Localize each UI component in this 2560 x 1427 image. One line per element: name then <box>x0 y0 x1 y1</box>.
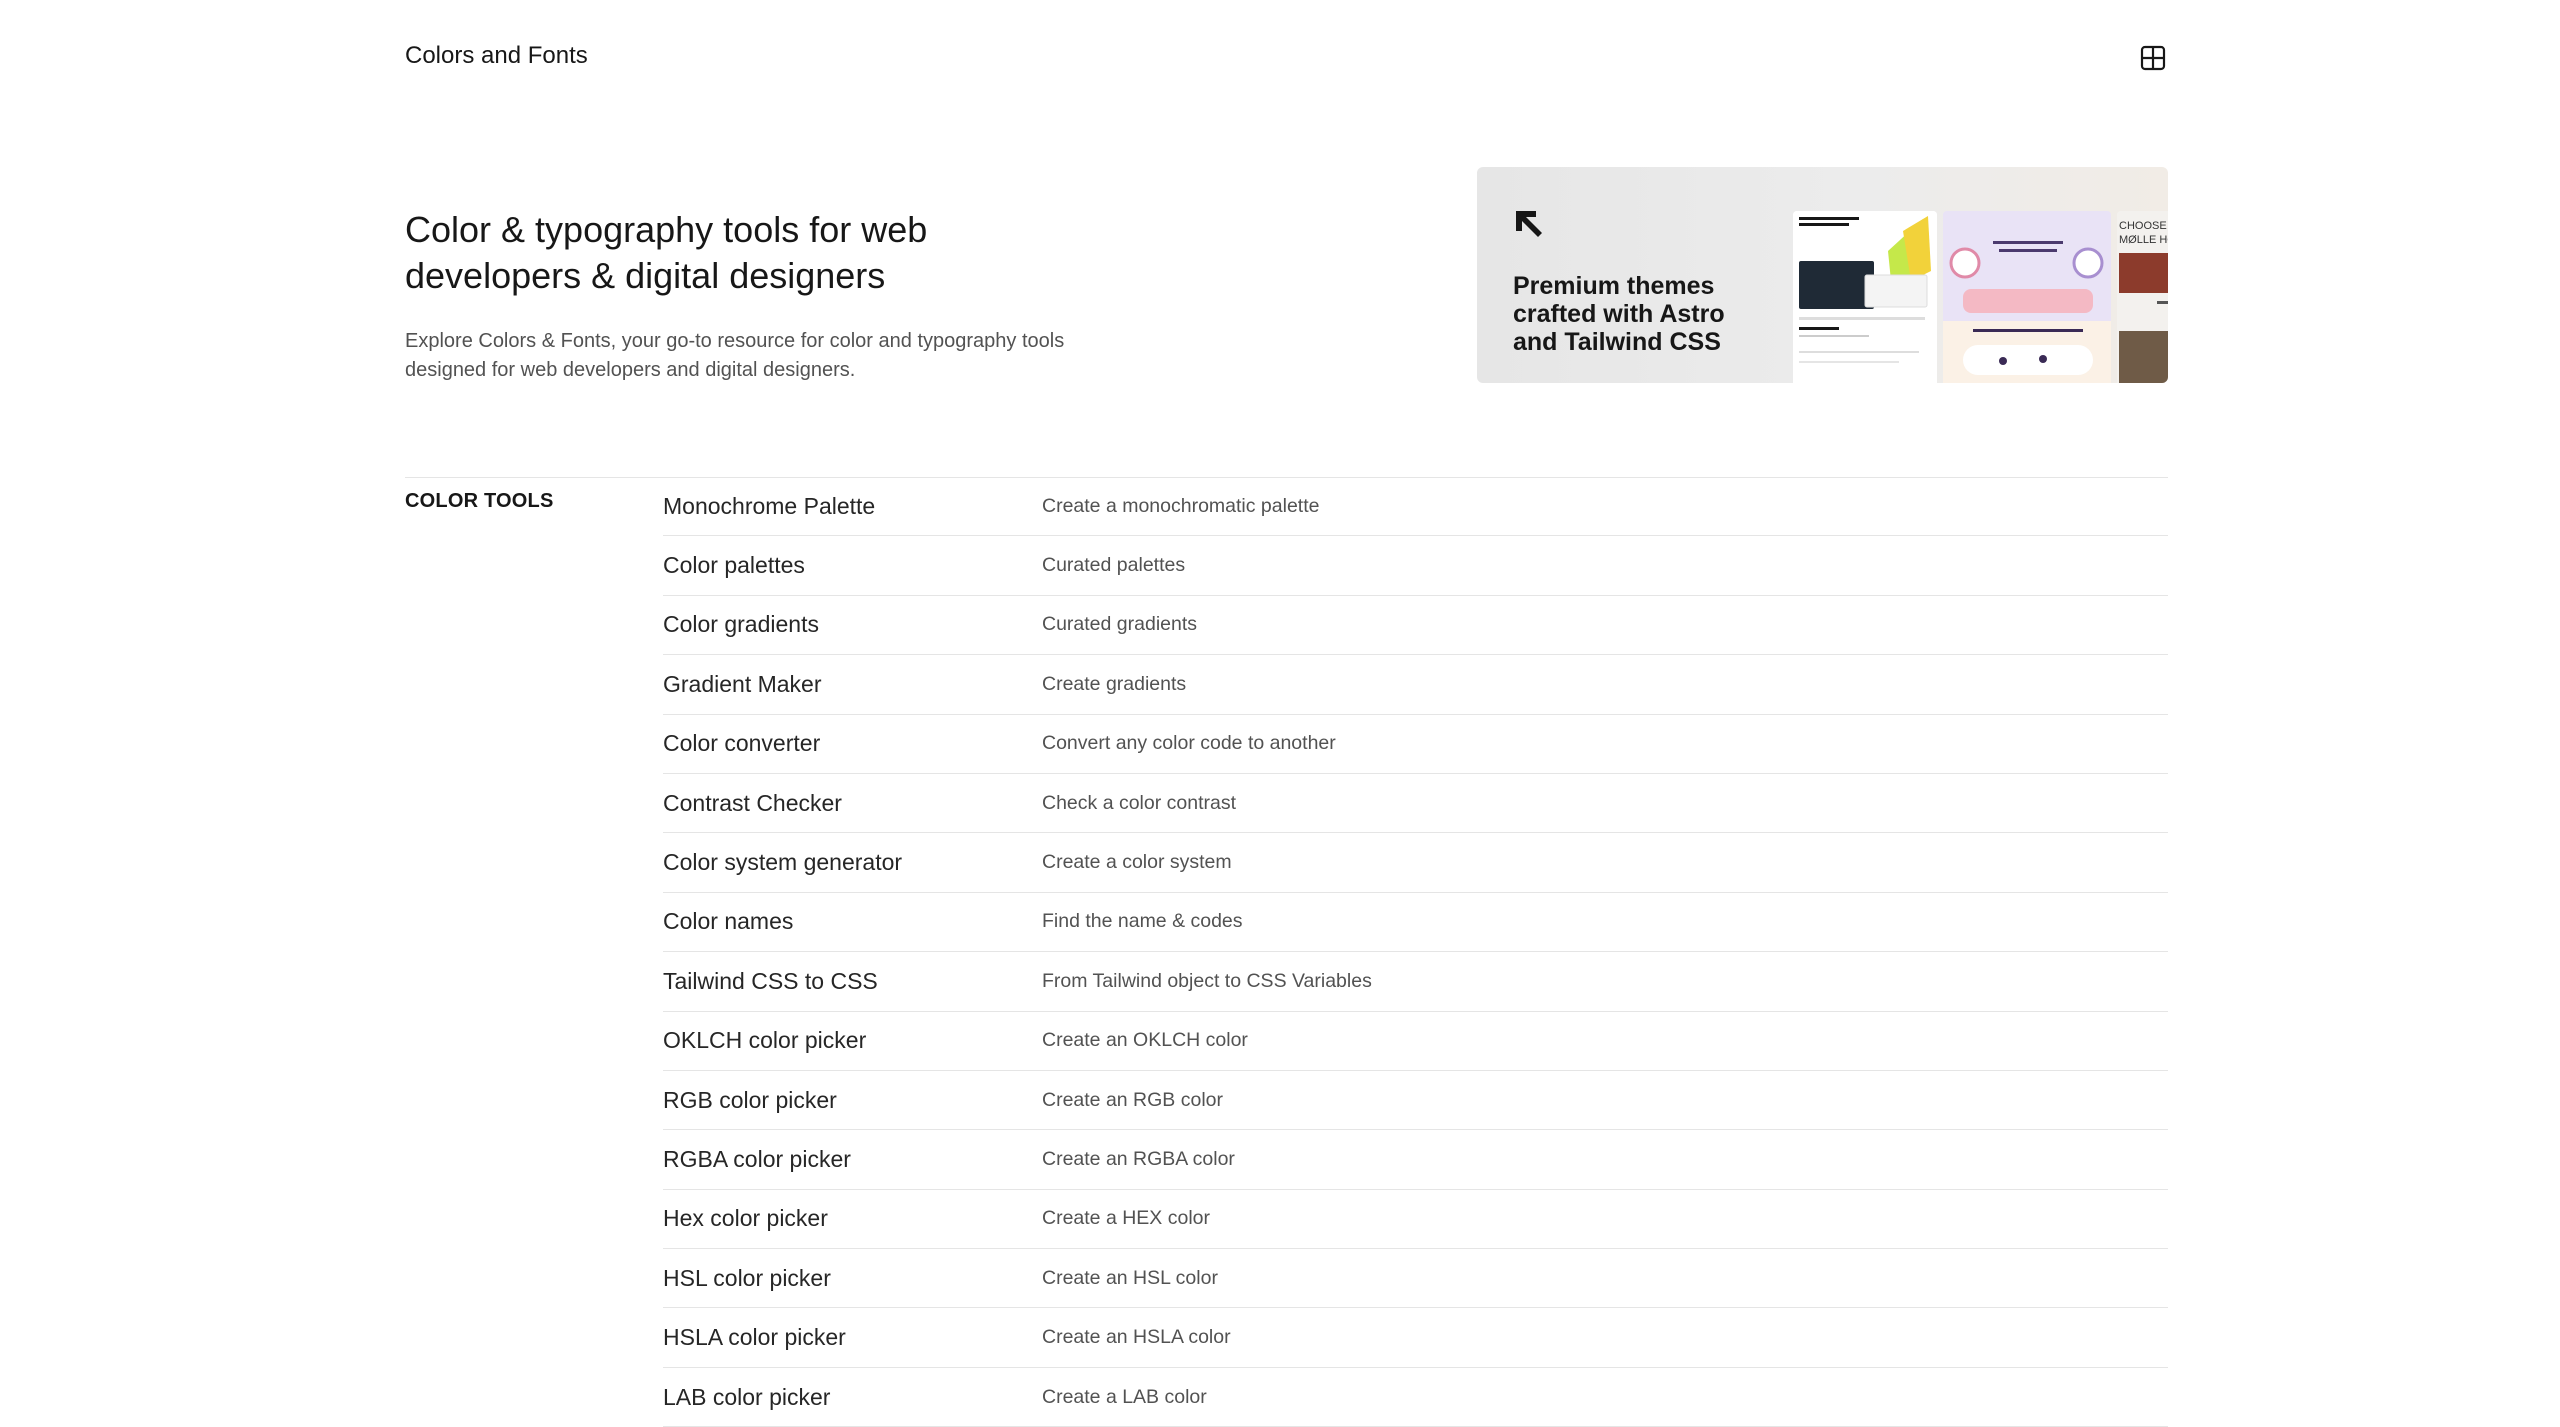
tool-name[interactable]: HSL color picker <box>663 1265 1042 1292</box>
tool-row[interactable]: HSLA color picker Create an HSLA color <box>663 1308 2168 1368</box>
tool-row[interactable]: Color system generator Create a color sys… <box>663 833 2168 893</box>
theme-screenshot-3: CHOOSE MØLLE HO <box>2117 211 2168 383</box>
tool-description: From Tailwind object to CSS Variables <box>1042 969 1372 992</box>
tool-description: Curated palettes <box>1042 554 1186 577</box>
tool-name[interactable]: Color system generator <box>663 849 1042 876</box>
arrow-up-left-logo-icon <box>1516 211 1542 237</box>
tool-name[interactable]: Contrast Checker <box>663 790 1042 817</box>
tool-description: Create an RGB color <box>1042 1088 1223 1111</box>
tool-name[interactable]: Color names <box>663 908 1042 935</box>
tool-row[interactable]: Contrast Checker Check a color contrast <box>663 774 2168 834</box>
premium-themes-ad[interactable]: Premium themes crafted with Astro and Ta… <box>1477 167 2168 383</box>
tool-description: Find the name & codes <box>1042 910 1243 933</box>
tool-description: Create an RGBA color <box>1042 1147 1235 1170</box>
tool-row[interactable]: Gradient Maker Create gradients <box>663 655 2168 715</box>
tool-row[interactable]: Color names Find the name & codes <box>663 893 2168 953</box>
tool-name[interactable]: Color gradients <box>663 611 1042 638</box>
tool-description: Create a LAB color <box>1042 1385 1207 1408</box>
tool-name[interactable]: Color converter <box>663 730 1042 757</box>
tool-description: Create a monochromatic palette <box>1042 494 1320 517</box>
tool-row[interactable]: Color palettes Curated palettes <box>663 536 2168 596</box>
tool-name[interactable]: RGB color picker <box>663 1087 1042 1114</box>
tool-name[interactable]: OKLCH color picker <box>663 1027 1042 1054</box>
menu-button[interactable] <box>2138 43 2168 73</box>
tool-description: Create an HSL color <box>1042 1266 1218 1289</box>
color-tools-list: Monochrome Palette Create a monochromatic… <box>663 477 2168 1427</box>
tool-description: Curated gradients <box>1042 613 1198 636</box>
tool-row[interactable]: Monochrome Palette Create a monochromatic… <box>663 477 2168 537</box>
tool-row[interactable]: RGBA color picker Create an RGBA color <box>663 1130 2168 1190</box>
site-title[interactable]: Colors and Fonts <box>405 40 588 72</box>
svg-text:CHOOSE: CHOOSE <box>2119 220 2167 232</box>
grid-icon <box>2140 45 2166 71</box>
tool-name[interactable]: Tailwind CSS to CSS <box>663 968 1042 995</box>
tool-row[interactable]: OKLCH color picker Create an OKLCH color <box>663 1012 2168 1071</box>
tool-row[interactable]: RGB color picker Create an RGB color <box>663 1071 2168 1131</box>
tool-row[interactable]: Hex color picker Create a HEX color <box>663 1190 2168 1250</box>
theme-screenshot-1 <box>1793 211 1937 383</box>
tool-description: Convert any color code to another <box>1042 732 1336 755</box>
tool-name[interactable]: Gradient Maker <box>663 671 1042 698</box>
tool-row[interactable]: Color gradients Curated gradients <box>663 596 2168 656</box>
ad-text: Premium themes crafted with Astro and Ta… <box>1513 272 1725 356</box>
hero-description: Explore Colors & Fonts, your go-to resou… <box>405 330 1065 381</box>
tool-name[interactable]: Monochrome Palette <box>663 493 1042 520</box>
tool-description: Check a color contrast <box>1042 791 1237 814</box>
color-tools-label: COLOR TOOLS <box>405 490 554 512</box>
hero-title: Color & typography tools for web develop… <box>405 209 928 296</box>
tool-name[interactable]: RGBA color picker <box>663 1146 1042 1173</box>
tool-name[interactable]: Hex color picker <box>663 1205 1042 1232</box>
tool-name[interactable]: LAB color picker <box>663 1384 1042 1411</box>
svg-text:MØLLE HO: MØLLE HO <box>2119 234 2168 246</box>
tool-description: Create an OKLCH color <box>1042 1029 1248 1052</box>
theme-screenshot-2 <box>1943 211 2111 383</box>
tool-description: Create a HEX color <box>1042 1207 1210 1230</box>
tool-description: Create an HSLA color <box>1042 1326 1231 1349</box>
tool-name[interactable]: Color palettes <box>663 552 1042 579</box>
tool-row[interactable]: HSL color picker Create an HSL color <box>663 1249 2168 1309</box>
tool-name[interactable]: HSLA color picker <box>663 1324 1042 1351</box>
tool-row[interactable]: LAB color picker Create a LAB color <box>663 1368 2168 1427</box>
tool-description: Create a color system <box>1042 851 1232 874</box>
tool-row[interactable]: Color converter Convert any color code to… <box>663 715 2168 774</box>
tool-row[interactable]: Tailwind CSS to CSS From Tailwind object … <box>663 952 2168 1012</box>
tool-description: Create gradients <box>1042 672 1187 695</box>
